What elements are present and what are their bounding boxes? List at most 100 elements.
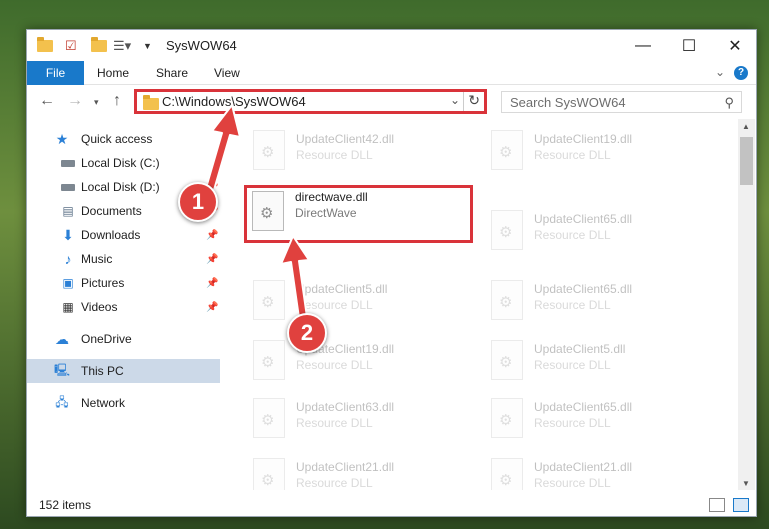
status-bar: 152 items [27, 493, 756, 517]
scrollbar-thumb[interactable] [740, 137, 753, 185]
drive-icon [60, 179, 76, 195]
nav-item-pictures[interactable]: ▣ Pictures 📌 [27, 271, 220, 295]
nav-item-label: Music [81, 252, 113, 266]
dll-file-icon [491, 280, 523, 320]
dll-file-icon [253, 130, 285, 170]
address-bar[interactable]: C:\Windows\SysWOW64 ⌄ ↻ [134, 89, 487, 114]
dll-file-icon [253, 280, 285, 320]
tab-view[interactable]: View [214, 66, 240, 80]
file-name: UpdateClient5.dll [296, 282, 388, 296]
pin-icon[interactable]: 📌 [206, 230, 218, 241]
documents-icon: ▤ [62, 204, 74, 218]
file-description: Resource DLL [534, 228, 611, 242]
forward-arrow-icon[interactable]: → [67, 92, 83, 110]
address-path[interactable]: C:\Windows\SysWOW64 [162, 94, 306, 109]
callout-2: 2 [287, 313, 327, 353]
file-tile[interactable]: UpdateClient19.dll Resource DLL [485, 126, 705, 176]
pictures-icon: ▣ [62, 276, 74, 290]
file-description: DirectWave [295, 206, 357, 220]
file-name: UpdateClient5.dll [534, 342, 626, 356]
scroll-down-icon[interactable]: ▼ [742, 479, 750, 488]
expand-ribbon-icon[interactable]: ⌄ [715, 65, 725, 79]
file-tile[interactable]: UpdateClient21.dll Resource DLL [485, 454, 705, 490]
file-tile[interactable]: UpdateClient65.dll Resource DLL [485, 206, 705, 256]
nav-item-downloads[interactable]: ⬇ Downloads 📌 [27, 223, 220, 247]
nav-item-onedrive[interactable]: ☁ OneDrive [27, 327, 220, 351]
nav-item-videos[interactable]: ▦ Videos 📌 [27, 295, 220, 319]
file-tile[interactable]: UpdateClient42.dll Resource DLL [247, 126, 467, 176]
file-tile[interactable]: UpdateClient63.dll Resource DLL [247, 394, 467, 444]
tab-file[interactable]: File [27, 61, 84, 85]
file-description: Resource DLL [296, 298, 373, 312]
dll-file-icon [253, 458, 285, 490]
ribbon: File Home Share View ⌄ ? [27, 61, 756, 85]
item-count: 152 items [39, 498, 92, 512]
file-description: Resource DLL [534, 416, 611, 430]
nav-item-local-disk-c[interactable]: Local Disk (C:) [27, 151, 220, 175]
dll-file-icon [253, 340, 285, 380]
nav-item-this-pc[interactable]: 🖳 This PC [27, 359, 220, 383]
file-tile[interactable]: UpdateClient5.dll Resource DLL [485, 336, 705, 386]
file-tile[interactable]: UpdateClient5.dll Resource DLL [247, 276, 467, 326]
search-input[interactable]: Search SysWOW64 ⚲ [501, 91, 742, 113]
nav-item-quick-access[interactable]: ★ Quick access [27, 127, 220, 151]
nav-item-label: Downloads [81, 228, 141, 242]
nav-item-label: This PC [81, 364, 124, 378]
file-tile-directwave[interactable]: directwave.dll DirectWave [244, 185, 473, 243]
customize-toolbar-icon[interactable]: ☰▾ [113, 35, 131, 57]
search-icon[interactable]: ⚲ [724, 95, 734, 111]
help-icon[interactable]: ? [734, 66, 748, 80]
download-icon: ⬇ [62, 226, 74, 243]
maximize-button[interactable]: ☐ [666, 30, 712, 61]
dll-file-icon [491, 398, 523, 438]
close-button[interactable]: ✕ [712, 30, 758, 61]
nav-item-label: Documents [81, 204, 142, 218]
file-description: Resource DLL [534, 298, 611, 312]
dll-file-icon [491, 458, 523, 490]
file-name: UpdateClient63.dll [296, 400, 395, 414]
up-arrow-icon[interactable]: ↑ [113, 92, 121, 110]
computer-icon: 🖳 [54, 362, 71, 377]
vertical-scrollbar[interactable]: ▲ ▼ [738, 119, 755, 490]
file-description: Resource DLL [296, 358, 373, 372]
folder-icon [143, 95, 159, 110]
file-description: Resource DLL [534, 358, 611, 372]
pin-icon[interactable]: 📌 [206, 254, 218, 265]
file-description: Resource DLL [296, 476, 373, 490]
large-icons-view-icon[interactable] [733, 498, 749, 512]
file-explorer-window: ☑ ☰▾ ▼ SysWOW64 — ☐ ✕ File Home Share Vi… [26, 29, 757, 517]
quick-access-dropdown-icon[interactable]: ▼ [143, 35, 152, 57]
file-name: directwave.dll [295, 190, 368, 204]
pin-icon[interactable]: 📌 [206, 302, 218, 313]
file-tile[interactable]: UpdateClient65.dll Resource DLL [485, 276, 705, 326]
divider [463, 92, 464, 111]
back-arrow-icon[interactable]: ← [39, 92, 55, 110]
minimize-button[interactable]: — [620, 30, 666, 61]
file-tile[interactable]: UpdateClient19.dll Resource DLL [247, 336, 467, 386]
dll-file-icon [252, 191, 284, 231]
nav-item-music[interactable]: ♪ Music 📌 [27, 247, 220, 271]
dll-file-icon [491, 340, 523, 380]
file-tile[interactable]: UpdateClient21.dll Resource DLL [247, 454, 467, 490]
pin-icon[interactable]: 📌 [206, 278, 218, 289]
properties-icon[interactable]: ☑ [65, 35, 77, 57]
nav-item-label: Pictures [81, 276, 125, 290]
new-folder-icon[interactable] [91, 35, 107, 57]
drive-icon [60, 155, 76, 171]
file-name: UpdateClient65.dll [534, 400, 633, 414]
tab-home[interactable]: Home [97, 66, 129, 80]
dll-file-icon [253, 398, 285, 438]
nav-item-network[interactable]: 🖧 Network [27, 391, 220, 415]
file-tile[interactable]: UpdateClient65.dll Resource DLL [485, 394, 705, 444]
file-description: Resource DLL [534, 148, 611, 162]
scroll-up-icon[interactable]: ▲ [742, 122, 750, 131]
music-icon: ♪ [64, 251, 72, 267]
network-icon: 🖧 [55, 394, 69, 409]
refresh-icon[interactable]: ↻ [468, 92, 480, 109]
tab-share[interactable]: Share [156, 66, 188, 80]
file-name: UpdateClient21.dll [534, 460, 633, 474]
address-dropdown-icon[interactable]: ⌄ [450, 93, 460, 107]
nav-item-label: OneDrive [81, 332, 132, 346]
recent-locations-icon[interactable]: ▾ [94, 97, 99, 108]
details-view-icon[interactable] [709, 498, 725, 512]
